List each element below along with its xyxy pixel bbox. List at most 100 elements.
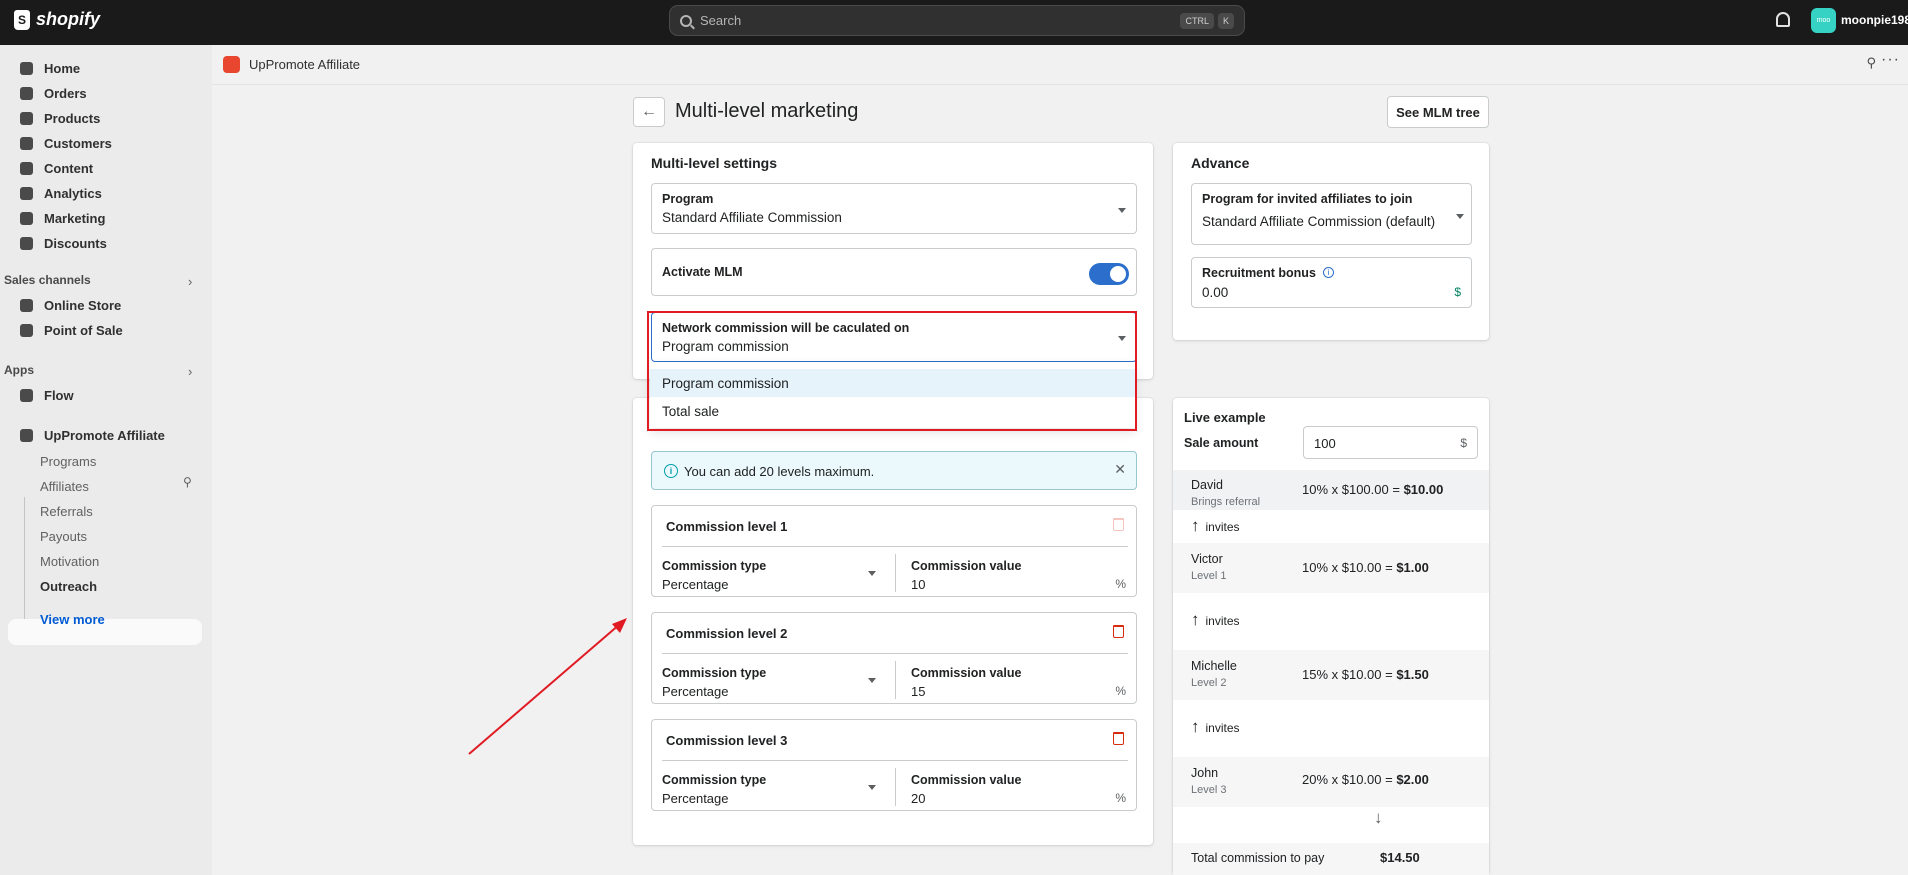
calc-formula: 20% x $10.00 = — [1302, 772, 1397, 787]
sidebar-item-label: Analytics — [44, 186, 102, 201]
commission-value-input[interactable]: 20 — [911, 791, 925, 806]
chevron-right-icon[interactable]: › — [188, 274, 192, 289]
view-more-link[interactable]: View more — [40, 612, 105, 627]
info-banner: i You can add 20 levels maximum. ✕ — [651, 451, 1137, 490]
search-placeholder: Search — [700, 13, 742, 28]
activate-mlm-label: Activate MLM — [662, 265, 743, 279]
caret-down-icon[interactable] — [868, 678, 876, 683]
chevron-right-icon[interactable]: › — [188, 364, 192, 379]
sidebar-item-analytics[interactable]: Analytics — [8, 181, 202, 206]
pos-icon — [20, 324, 33, 337]
pin-icon[interactable]: ⚲ — [1866, 55, 1876, 71]
caret-down-icon[interactable] — [868, 785, 876, 790]
sidebar-item-label: Home — [44, 61, 81, 76]
sidebar-item-orders[interactable]: Orders — [8, 81, 202, 106]
person-icon — [20, 137, 33, 150]
sidebar-subitem-referrals[interactable]: Referrals — [40, 504, 93, 519]
divider — [662, 653, 1128, 654]
pin-icon[interactable]: ⚲ — [183, 475, 192, 489]
calc-result: $1.50 — [1396, 667, 1429, 682]
sidebar-subitem-payouts[interactable]: Payouts — [40, 529, 87, 544]
dollar-suffix: $ — [1454, 285, 1461, 299]
commission-type-label: Commission type — [662, 666, 767, 680]
recruitment-bonus-input[interactable]: 0.00 — [1202, 285, 1228, 300]
activate-mlm-toggle[interactable] — [1089, 263, 1129, 285]
sidebar-subitem-programs[interactable]: Programs — [40, 454, 96, 469]
calc-formula: 10% x $10.00 = — [1302, 560, 1397, 575]
commission-type-label: Commission type — [662, 773, 767, 787]
sidebar-subitem-motivation[interactable]: Motivation — [40, 554, 99, 569]
commission-type-select[interactable]: Percentage — [662, 577, 729, 592]
sidebar-item-label: Online Store — [44, 298, 122, 313]
recruitment-bonus-field[interactable]: Recruitment bonus i 0.00 $ — [1191, 257, 1472, 308]
apps-label[interactable]: Apps — [4, 363, 34, 377]
trash-icon[interactable] — [1113, 732, 1124, 745]
sale-amount-input[interactable]: 100 $ — [1303, 426, 1478, 459]
person-role: Level 1 — [1191, 570, 1227, 582]
sidebar-item-discounts[interactable]: Discounts — [8, 231, 202, 256]
person-name: John — [1191, 766, 1219, 780]
sidebar-item-home[interactable]: Home — [8, 56, 202, 81]
calc-result: $1.00 — [1396, 560, 1429, 575]
divider — [662, 546, 1128, 547]
sidebar-item-marketing[interactable]: Marketing — [8, 206, 202, 231]
sidebar-item-point-of-sale[interactable]: Point of Sale — [8, 318, 202, 343]
live-example-row: Victor Level 1 10% x $10.00 = $1.00 — [1173, 543, 1489, 593]
card-title: Live example — [1184, 410, 1266, 425]
caret-down-icon — [1456, 214, 1464, 219]
calc-text: 10% x $100.00 = $10.00 — [1302, 482, 1443, 497]
trash-icon — [1113, 518, 1124, 531]
sale-amount-label: Sale amount — [1184, 436, 1259, 450]
discount-icon — [20, 237, 33, 250]
info-icon[interactable]: i — [1323, 267, 1334, 278]
search-bar[interactable]: Search CTRL K — [669, 5, 1245, 36]
flow-icon — [20, 389, 33, 402]
activate-mlm-row: Activate MLM — [651, 248, 1137, 296]
invited-program-select[interactable]: Program for invited affiliates to join S… — [1191, 183, 1472, 245]
person-name: David — [1191, 478, 1223, 492]
more-icon[interactable]: ··· — [1881, 51, 1900, 69]
back-button[interactable]: ← — [633, 97, 665, 127]
arrow-up-icon: ↑ — [1191, 717, 1200, 736]
divider — [895, 661, 896, 699]
commission-value-input[interactable]: 10 — [911, 577, 925, 592]
invites-connector: ↑ invites — [1191, 717, 1240, 737]
sidebar-item-online-store[interactable]: Online Store — [8, 293, 202, 318]
sidebar-item-label: Customers — [44, 136, 112, 151]
invites-label: invites — [1205, 721, 1240, 735]
sales-channels-label[interactable]: Sales channels — [4, 273, 91, 287]
see-mlm-tree-button[interactable]: See MLM tree — [1387, 96, 1489, 128]
invites-connector: ↑ invites — [1191, 610, 1240, 630]
total-row: Total commission to pay $14.50 — [1173, 843, 1489, 875]
person-name: Victor — [1191, 552, 1223, 566]
shopify-logo[interactable]: shopify — [14, 9, 100, 30]
sidebar-item-products[interactable]: Products — [8, 106, 202, 131]
caret-down-icon[interactable] — [868, 571, 876, 576]
sidebar-subitem-affiliates[interactable]: Affiliates — [40, 479, 89, 494]
sidebar-item-flow[interactable]: Flow — [8, 383, 202, 408]
commission-value-label: Commission value — [911, 773, 1022, 787]
close-icon[interactable]: ✕ — [1114, 461, 1126, 478]
trash-icon[interactable] — [1113, 625, 1124, 638]
caret-down-icon — [1118, 208, 1126, 213]
annotation-arrow-head — [612, 618, 627, 633]
shortcut-key-k: K — [1217, 12, 1234, 29]
sidebar-item-label: Discounts — [44, 236, 107, 251]
sidebar-item-label: Point of Sale — [44, 323, 123, 338]
commission-type-select[interactable]: Percentage — [662, 684, 729, 699]
commission-type-select[interactable]: Percentage — [662, 791, 729, 806]
sidebar-subitem-outreach[interactable]: Outreach — [40, 579, 97, 594]
level-title: Commission level 2 — [666, 626, 788, 641]
person-role: Level 3 — [1191, 784, 1227, 796]
calc-result: $10.00 — [1403, 482, 1444, 497]
bar-chart-icon — [20, 187, 33, 200]
username[interactable]: moonpie198 — [1841, 13, 1908, 27]
bell-icon[interactable] — [1776, 12, 1790, 27]
sidebar-item-customers[interactable]: Customers — [8, 131, 202, 156]
sidebar-item-uppromote[interactable]: UpPromote Affiliate — [8, 423, 202, 448]
commission-value-input[interactable]: 15 — [911, 684, 925, 699]
sidebar-item-content[interactable]: Content — [8, 156, 202, 181]
avatar[interactable]: moo — [1811, 8, 1836, 33]
program-select[interactable]: Program Standard Affiliate Commission — [651, 183, 1137, 234]
store-icon — [20, 299, 33, 312]
